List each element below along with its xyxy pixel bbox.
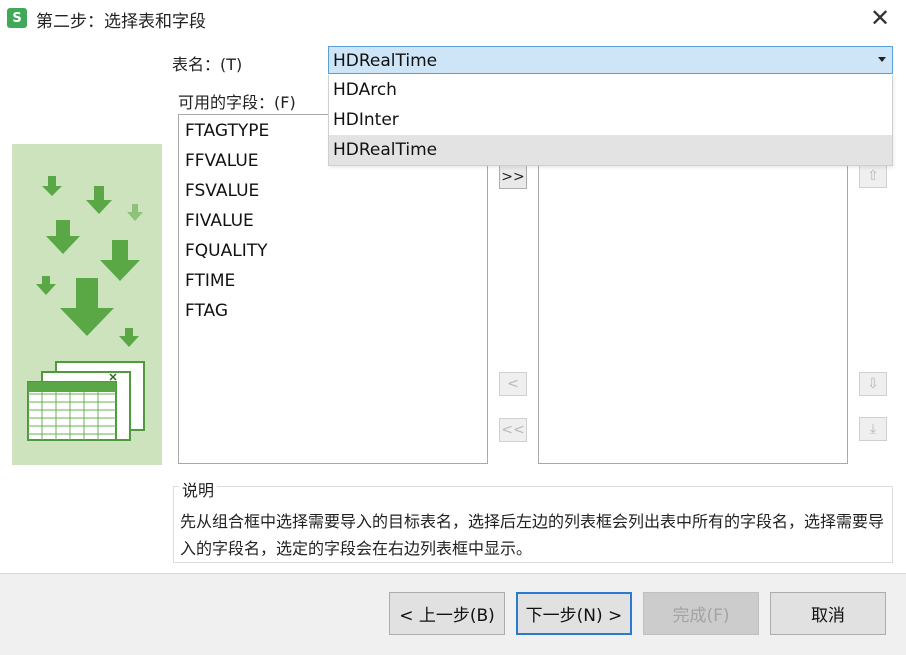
- chevron-down-icon[interactable]: [878, 57, 886, 62]
- finish-button[interactable]: 完成(F): [643, 592, 759, 635]
- back-button[interactable]: < 上一步(B): [389, 592, 505, 635]
- available-fields-list[interactable]: FTAGTYPE FFVALUE FSVALUE FIVALUE FQUALIT…: [178, 114, 488, 464]
- move-to-bottom-button[interactable]: ⤓: [859, 417, 887, 441]
- arrow-bottom-icon: ⤓: [869, 421, 877, 437]
- arrow-up-icon: ⇧: [867, 168, 879, 184]
- remove-all-fields-button[interactable]: <<: [499, 418, 527, 442]
- import-illustration: [12, 144, 162, 465]
- dropdown-option[interactable]: HDArch: [329, 75, 892, 105]
- table-name-value: HDRealTime: [333, 51, 438, 71]
- table-name-combobox[interactable]: HDRealTime: [328, 46, 893, 74]
- list-item[interactable]: FQUALITY: [185, 241, 268, 261]
- list-item[interactable]: FTAG: [185, 301, 228, 321]
- available-fields-label: 可用的字段：(F): [178, 93, 296, 112]
- list-item[interactable]: FTIME: [185, 271, 235, 291]
- dropdown-option-selected[interactable]: HDRealTime: [329, 135, 892, 165]
- selected-fields-list[interactable]: [538, 114, 848, 464]
- list-item[interactable]: FTAGTYPE: [185, 121, 269, 141]
- description-text: 先从组合框中选择需要导入的目标表名，选择后左边的列表框会列出表中所有的字段名，选…: [180, 512, 885, 558]
- arrow-down-icon: ⇩: [867, 376, 879, 392]
- move-up-button[interactable]: ⇧: [859, 164, 887, 188]
- remove-field-button[interactable]: <: [499, 372, 527, 396]
- import-arrows-icon: [27, 176, 145, 441]
- add-all-fields-button[interactable]: >>: [499, 165, 527, 189]
- table-name-label: 表名：(T): [172, 55, 243, 74]
- list-item[interactable]: FFVALUE: [185, 151, 259, 171]
- move-down-button[interactable]: ⇩: [859, 372, 887, 396]
- dropdown-option[interactable]: HDInter: [329, 105, 892, 135]
- cancel-button[interactable]: 取消: [770, 592, 886, 635]
- close-button[interactable]: ✕: [868, 6, 892, 30]
- list-item[interactable]: FSVALUE: [185, 181, 259, 201]
- table-name-dropdown: HDArch HDInter HDRealTime: [328, 75, 893, 166]
- window-title: 第二步：选择表和字段: [36, 12, 206, 32]
- title-bar: S 第二步：选择表和字段 ✕: [0, 0, 906, 38]
- description-title: 说明: [179, 477, 218, 501]
- app-icon: S: [7, 8, 27, 28]
- next-button[interactable]: 下一步(N) >: [516, 592, 632, 635]
- list-item[interactable]: FIVALUE: [185, 211, 254, 231]
